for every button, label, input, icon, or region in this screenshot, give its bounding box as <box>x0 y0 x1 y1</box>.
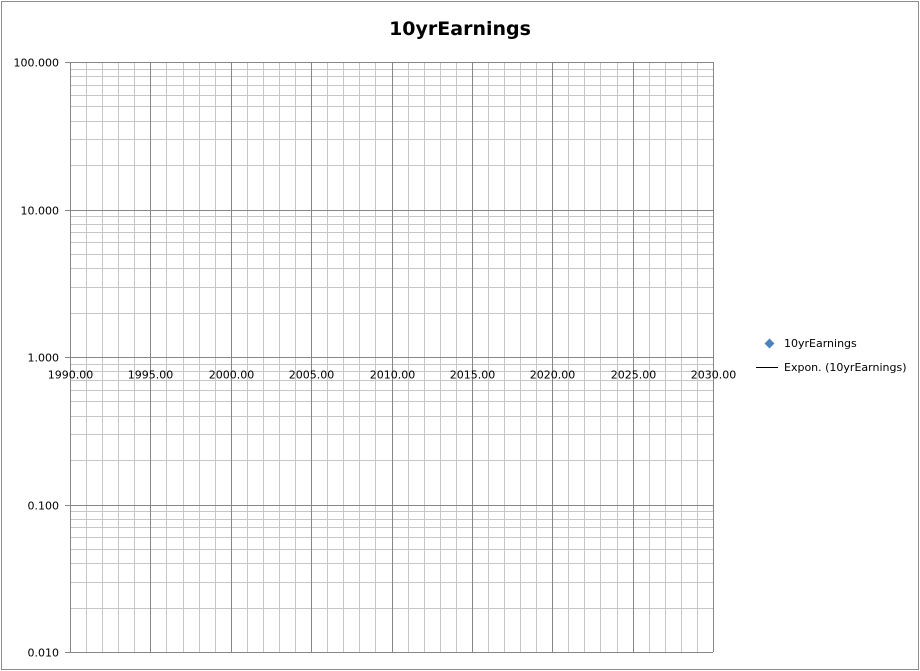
y-tick-label: 100.000 <box>14 57 60 70</box>
x-tick-label: 2020.00 <box>530 369 576 382</box>
y-tick-label: 0.100 <box>28 500 60 513</box>
x-tick-label: 2015.00 <box>450 369 496 382</box>
x-tick-label: 2025.00 <box>611 369 657 382</box>
x-tick-label: 2005.00 <box>289 369 335 382</box>
y-tick-label: 1.000 <box>28 352 60 365</box>
y-tick-label: 0.010 <box>28 647 60 660</box>
x-tick-label: 2030.00 <box>691 369 737 382</box>
y-tick-label: 10.000 <box>21 205 60 218</box>
trendline-line-icon <box>756 367 778 368</box>
x-tick-label: 2000.00 <box>209 369 255 382</box>
legend-label-trendline: Expon. (10yrEarnings) <box>784 361 907 374</box>
x-tick-label: 2010.00 <box>370 369 416 382</box>
legend-label-series: 10yrEarnings <box>784 337 857 350</box>
x-tick-label: 1995.00 <box>128 369 174 382</box>
x-tick-label: 1990.00 <box>48 369 94 382</box>
chart-plot: 100.000 10.000 1.000 0.100 0.010 1990.00 1995.… <box>14 57 737 660</box>
